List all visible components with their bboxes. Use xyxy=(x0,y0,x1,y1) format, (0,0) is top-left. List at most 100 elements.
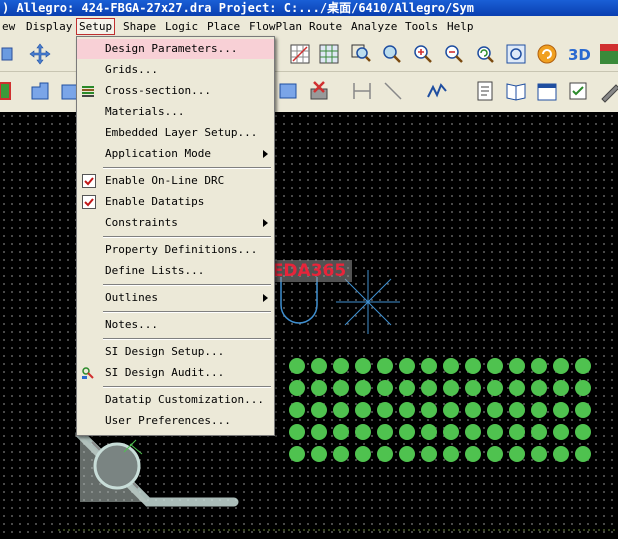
pad xyxy=(465,402,481,418)
waveform-icon[interactable] xyxy=(425,79,449,103)
pad xyxy=(443,358,459,374)
menu-tools[interactable]: Tools xyxy=(403,19,440,34)
calendar-icon[interactable] xyxy=(535,79,559,103)
pad xyxy=(377,402,393,418)
menu-separator xyxy=(103,338,271,340)
pad xyxy=(509,424,525,440)
tool-button-partial[interactable] xyxy=(0,42,14,66)
pad xyxy=(399,424,415,440)
menu-display[interactable]: Display xyxy=(24,19,74,34)
menu-item-application-mode[interactable]: Application Mode xyxy=(77,144,274,164)
pad xyxy=(509,380,525,396)
svg-text:3D: 3D xyxy=(568,46,590,64)
zoom-world-icon[interactable] xyxy=(504,42,528,66)
report-icon[interactable] xyxy=(473,79,497,103)
menu-item-constraints[interactable]: Constraints xyxy=(77,213,274,233)
menu-item-define-lists[interactable]: Define Lists... xyxy=(77,261,274,281)
menu-item-label: Embedded Layer Setup... xyxy=(105,126,258,139)
menu-item-design-parameters[interactable]: Design Parameters... xyxy=(77,39,274,59)
tool-button-partial-2[interactable] xyxy=(0,79,12,103)
menu-setup[interactable]: Setup xyxy=(75,18,116,35)
redraw-icon[interactable] xyxy=(535,42,559,66)
pad xyxy=(487,380,503,396)
pad xyxy=(421,424,437,440)
menu-item-cross-section[interactable]: Cross-section... xyxy=(77,81,274,101)
menu-help[interactable]: Help xyxy=(445,19,476,34)
grid-view-icon[interactable] xyxy=(288,42,312,66)
menu-analyze[interactable]: Analyze xyxy=(349,19,399,34)
menu-item-grids[interactable]: Grids... xyxy=(77,60,274,80)
pad xyxy=(487,424,503,440)
checkbox-checked-icon[interactable] xyxy=(82,195,96,209)
delete-shape-icon[interactable] xyxy=(307,79,331,103)
menu-item-label: Enable On-Line DRC xyxy=(105,174,225,187)
menu-item-user-preferences[interactable]: User Preferences... xyxy=(77,411,274,431)
shape-edit-icon[interactable] xyxy=(276,79,300,103)
pad xyxy=(377,446,393,462)
menu-route[interactable]: Route xyxy=(307,19,344,34)
menu-logic[interactable]: Logic xyxy=(163,19,200,34)
menu-separator xyxy=(103,284,271,286)
menu-flowplan[interactable]: FlowPlan xyxy=(247,19,304,34)
cross-section-icon xyxy=(81,84,95,98)
pad xyxy=(333,446,349,462)
pad xyxy=(575,446,591,462)
zoom-fit-icon[interactable] xyxy=(349,42,373,66)
menu-item-embedded-layer-setup[interactable]: Embedded Layer Setup... xyxy=(77,123,274,143)
pad xyxy=(553,446,569,462)
menu-item-label: Constraints xyxy=(105,216,178,229)
pad xyxy=(531,358,547,374)
zoom-in-icon[interactable] xyxy=(411,42,435,66)
menu-item-property-definitions[interactable]: Property Definitions... xyxy=(77,240,274,260)
pad xyxy=(465,358,481,374)
pad xyxy=(575,358,591,374)
move-icon[interactable] xyxy=(28,42,52,66)
setup-menu-dropdown: Design Parameters... Grids... Cross-sect… xyxy=(76,36,275,436)
pad xyxy=(531,424,547,440)
pad xyxy=(553,358,569,374)
menu-item-enable-online-drc[interactable]: Enable On-Line DRC xyxy=(77,171,274,191)
pad xyxy=(443,446,459,462)
edit-tool-icon[interactable] xyxy=(598,79,618,103)
zoom-window-icon[interactable] xyxy=(380,42,404,66)
menu-item-si-design-audit[interactable]: SI Design Audit... xyxy=(77,363,274,383)
book-icon[interactable] xyxy=(504,79,528,103)
zoom-out-icon[interactable] xyxy=(442,42,466,66)
si-audit-icon xyxy=(81,366,95,380)
pad xyxy=(377,358,393,374)
zoom-previous-icon[interactable] xyxy=(473,42,497,66)
pad xyxy=(289,402,305,418)
pad xyxy=(333,358,349,374)
pad xyxy=(575,402,591,418)
pad xyxy=(487,446,503,462)
pin1-outline xyxy=(280,277,318,324)
menu-bar: ew Display Setup Shape Logic Place FlowP… xyxy=(0,16,618,37)
layout-icon[interactable] xyxy=(317,42,341,66)
menu-separator xyxy=(103,167,271,169)
submenu-arrow-icon xyxy=(263,150,268,158)
checklist-icon[interactable] xyxy=(566,79,590,103)
pad xyxy=(421,402,437,418)
menu-item-datatip-customization[interactable]: Datatip Customization... xyxy=(77,390,274,410)
dimension-icon[interactable] xyxy=(350,79,374,103)
pad xyxy=(355,402,371,418)
menu-item-outlines[interactable]: Outlines xyxy=(77,288,274,308)
menu-item-label: SI Design Audit... xyxy=(105,366,225,379)
shape-tool-icon[interactable] xyxy=(28,79,52,103)
3d-view-icon[interactable]: 3D xyxy=(566,42,590,66)
menu-item-label: Outlines xyxy=(105,291,158,304)
pad xyxy=(465,424,481,440)
menu-view[interactable]: ew xyxy=(0,19,17,34)
flip-icon[interactable] xyxy=(598,42,618,66)
menu-item-si-design-setup[interactable]: SI Design Setup... xyxy=(77,342,274,362)
menu-item-notes[interactable]: Notes... xyxy=(77,315,274,335)
pad xyxy=(487,358,503,374)
menu-shape[interactable]: Shape xyxy=(121,19,158,34)
submenu-arrow-icon xyxy=(263,294,268,302)
menu-place[interactable]: Place xyxy=(205,19,242,34)
menu-item-materials[interactable]: Materials... xyxy=(77,102,274,122)
menu-item-label: Materials... xyxy=(105,105,185,118)
checkbox-checked-icon[interactable] xyxy=(82,174,96,188)
menu-item-enable-datatips[interactable]: Enable Datatips xyxy=(77,192,274,212)
line-tool-icon[interactable] xyxy=(381,79,405,103)
